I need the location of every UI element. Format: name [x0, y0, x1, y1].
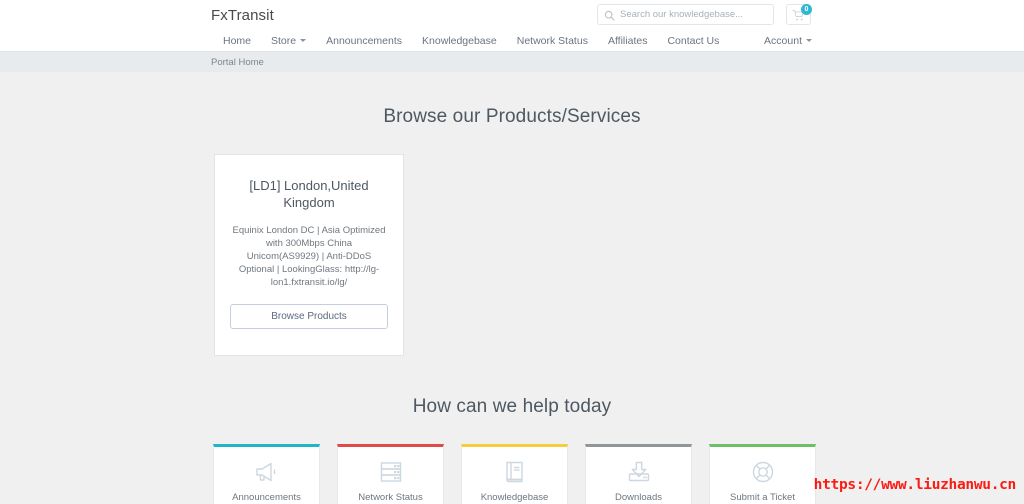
search-input[interactable]: [620, 9, 767, 20]
breadcrumb-item-portal-home[interactable]: Portal Home: [211, 57, 264, 68]
nav-list: Home Store Announcements Knowledgebase N…: [214, 31, 729, 51]
nav-item-network-status[interactable]: Network Status: [507, 31, 598, 51]
product-name: [LD1] London,United Kingdom: [230, 177, 388, 211]
help-card-submit-a-ticket[interactable]: Submit a Ticket: [709, 444, 816, 504]
search-box[interactable]: [597, 4, 774, 25]
nav-item-contact-us[interactable]: Contact Us: [657, 31, 729, 51]
brand-logo[interactable]: FxTransit: [211, 7, 274, 24]
help-card-list: Announcements Network Status: [0, 444, 1024, 504]
help-card-network-status[interactable]: Network Status: [337, 444, 444, 504]
nav-label: Home: [223, 35, 251, 47]
header-inner: FxTransit 0 Home: [0, 0, 1024, 51]
megaphone-icon: [254, 459, 280, 485]
watermark-url: https://www.liuzhanwu.cn: [814, 477, 1016, 493]
site-header: FxTransit 0 Home: [0, 0, 1024, 51]
nav-item-store[interactable]: Store: [261, 31, 316, 51]
help-card-label: Announcements: [232, 492, 301, 503]
help-card-label: Submit a Ticket: [730, 492, 795, 503]
nav-item-affiliates[interactable]: Affiliates: [598, 31, 658, 51]
main-navigation: Home Store Announcements Knowledgebase N…: [0, 31, 1024, 51]
nav-label: Network Status: [517, 35, 588, 47]
main-content: Browse our Products/Services [LD1] Londo…: [0, 106, 1024, 504]
nav-label: Announcements: [326, 35, 402, 47]
help-section-title: How can we help today: [0, 396, 1024, 418]
nav-label: Store: [271, 35, 296, 47]
product-list: [LD1] London,United Kingdom Equinix Lond…: [0, 154, 1024, 356]
chevron-down-icon: [806, 39, 812, 42]
nav-label: Account: [764, 35, 802, 47]
nav-item-account[interactable]: Account: [764, 31, 812, 51]
cart-badge: 0: [801, 4, 812, 15]
product-card: [LD1] London,United Kingdom Equinix Lond…: [214, 154, 404, 356]
server-rack-icon: [378, 459, 404, 485]
chevron-down-icon: [300, 39, 306, 42]
help-card-announcements[interactable]: Announcements: [213, 444, 320, 504]
help-card-label: Network Status: [358, 492, 422, 503]
nav-label: Knowledgebase: [422, 35, 497, 47]
nav-item-announcements[interactable]: Announcements: [316, 31, 412, 51]
browse-products-button[interactable]: Browse Products: [230, 304, 388, 329]
book-icon: [502, 459, 528, 485]
nav-item-home[interactable]: Home: [214, 31, 261, 51]
nav-label: Affiliates: [608, 35, 648, 47]
search-icon: [604, 9, 615, 20]
breadcrumb: Portal Home: [211, 52, 1024, 73]
cart-button[interactable]: 0: [786, 4, 811, 25]
product-description: Equinix London DC | Asia Optimized with …: [230, 224, 388, 289]
help-card-label: Knowledgebase: [481, 492, 549, 503]
nav-item-knowledgebase[interactable]: Knowledgebase: [412, 31, 507, 51]
nav-label: Contact Us: [667, 35, 719, 47]
help-card-knowledgebase[interactable]: Knowledgebase: [461, 444, 568, 504]
download-inbox-icon: [626, 459, 652, 485]
products-section-title: Browse our Products/Services: [0, 106, 1024, 128]
help-card-downloads[interactable]: Downloads: [585, 444, 692, 504]
breadcrumb-bar: Portal Home: [0, 51, 1024, 72]
lifebuoy-icon: [750, 459, 776, 485]
help-card-label: Downloads: [615, 492, 662, 503]
